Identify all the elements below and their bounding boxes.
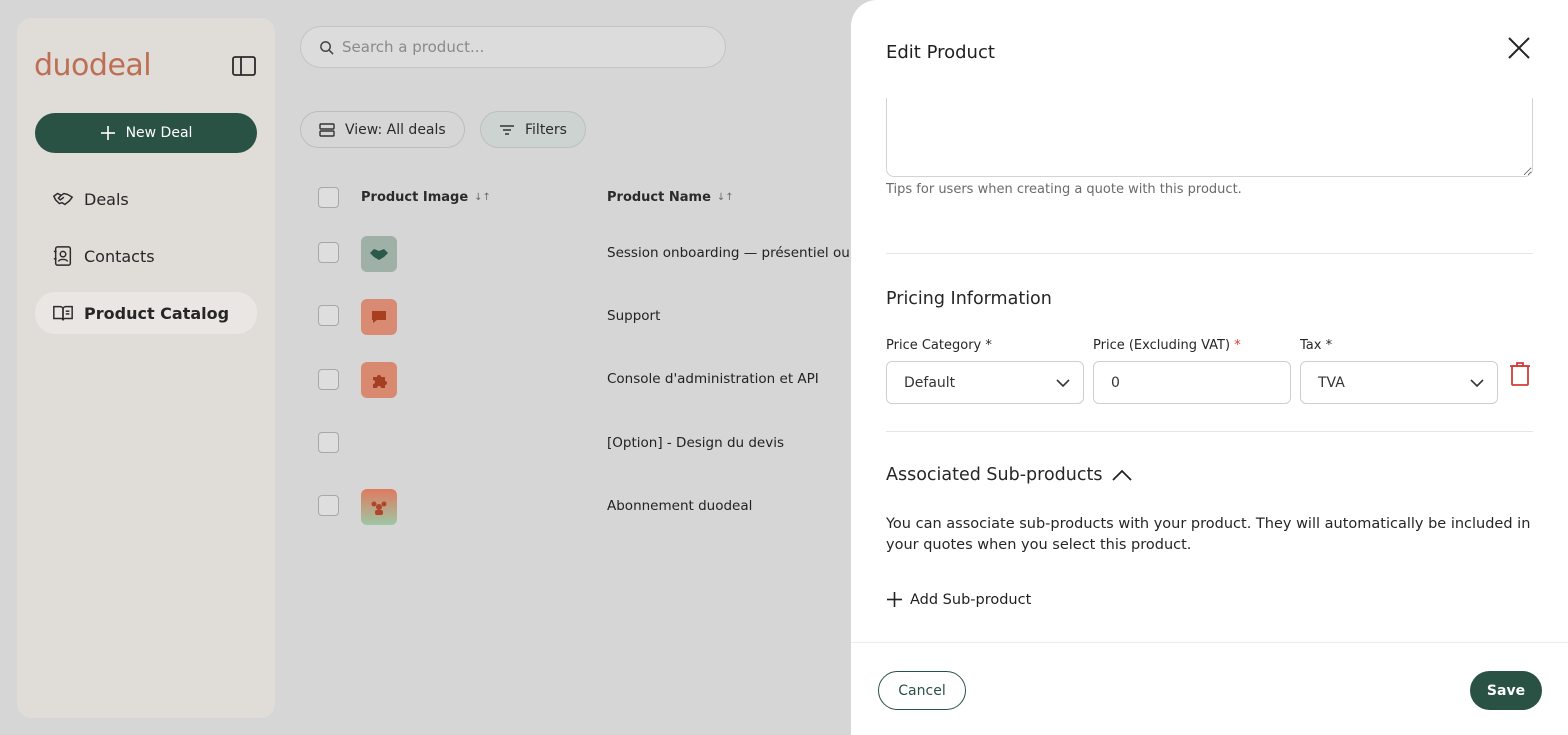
column-header-label: Product Image	[361, 190, 469, 205]
filters-label: Filters	[525, 121, 567, 138]
chat-icon	[372, 311, 386, 323]
price-category-label: Price Category *	[886, 338, 992, 353]
chevron-down-icon	[1470, 379, 1484, 388]
sidebar-item-product-catalog[interactable]: Product Catalog	[35, 292, 257, 334]
handshake-icon	[52, 192, 74, 206]
view-selector-button[interactable]: View: All deals	[300, 111, 465, 148]
trash-icon[interactable]	[1508, 361, 1532, 387]
subproducts-section-toggle[interactable]: Associated Sub-products	[886, 465, 1133, 485]
search-bar[interactable]	[300, 26, 726, 68]
sort-icon[interactable]: ↓↑	[474, 192, 491, 203]
new-deal-button[interactable]: New Deal	[35, 113, 257, 153]
price-label: Price (Excluding VAT) *	[1093, 338, 1241, 353]
subproducts-description: You can associate sub-products with your…	[886, 516, 1531, 553]
book-open-icon	[53, 305, 73, 321]
chevron-down-icon	[1056, 379, 1070, 388]
sidebar-item-contacts[interactable]: Contacts	[35, 235, 257, 277]
search-icon	[320, 40, 334, 55]
add-subproduct-label: Add Sub-product	[910, 591, 1032, 608]
row-checkbox[interactable]	[318, 495, 339, 516]
pricing-section-title: Pricing Information	[886, 289, 1052, 309]
layers-icon	[319, 122, 335, 137]
sort-icon[interactable]: ↓↑	[717, 192, 734, 203]
save-button[interactable]: Save	[1470, 671, 1542, 710]
column-header-label: Product Name	[607, 190, 711, 205]
cancel-button[interactable]: Cancel	[878, 671, 966, 710]
select-all-checkbox[interactable]	[318, 187, 339, 208]
filters-button[interactable]: Filters	[480, 111, 586, 148]
drawer-footer: Cancel Save	[851, 642, 1568, 735]
sidebar: duodeal New Deal Deals Contacts Product …	[17, 18, 275, 718]
search-input[interactable]	[342, 38, 702, 56]
column-header-product-name[interactable]: Product Name ↓↑	[607, 190, 734, 205]
price-category-value: Default	[904, 374, 956, 391]
product-name: Console d'administration et API	[607, 371, 819, 387]
product-name: [Option] - Design du devis	[607, 435, 785, 451]
product-thumbnail	[361, 236, 397, 272]
row-checkbox[interactable]	[318, 432, 339, 453]
price-category-select[interactable]: Default	[886, 361, 1084, 404]
tax-select[interactable]: TVA	[1300, 361, 1498, 404]
product-notes-textarea[interactable]	[886, 98, 1533, 177]
add-subproduct-button[interactable]: Add Sub-product	[886, 591, 1031, 608]
tax-label: Tax *	[1300, 338, 1333, 353]
row-checkbox[interactable]	[318, 242, 339, 263]
plus-icon	[100, 126, 115, 140]
tax-value: TVA	[1318, 374, 1345, 391]
sidebar-toggle-icon[interactable]	[232, 55, 256, 77]
sidebar-item-deals[interactable]: Deals	[35, 178, 257, 220]
logo: duodeal	[34, 48, 152, 83]
filter-icon	[500, 124, 514, 135]
contact-card-icon	[53, 246, 72, 266]
edit-product-drawer: Edit Product Tips for users when creatin…	[851, 0, 1568, 735]
puzzle-icon	[373, 375, 387, 388]
divider	[886, 253, 1533, 254]
sidebar-item-label: Product Catalog	[84, 303, 230, 323]
sidebar-item-label: Contacts	[84, 246, 155, 266]
notes-hint: Tips for users when creating a quote wit…	[886, 182, 1242, 197]
team-icon	[371, 501, 387, 515]
row-checkbox[interactable]	[318, 369, 339, 390]
product-name: Session onboarding — présentiel ou v	[607, 245, 851, 261]
product-thumbnail	[361, 489, 397, 525]
product-thumbnail	[361, 299, 397, 335]
drawer-title: Edit Product	[886, 42, 995, 63]
view-label: View: All deals	[345, 121, 446, 138]
plus-icon	[887, 592, 902, 607]
chevron-up-icon	[1112, 469, 1133, 481]
price-input[interactable]	[1093, 361, 1291, 404]
new-deal-label: New Deal	[125, 125, 193, 141]
row-checkbox[interactable]	[318, 305, 339, 326]
product-name: Support	[607, 308, 661, 324]
sidebar-item-label: Deals	[84, 189, 129, 209]
handshake-icon	[370, 249, 388, 260]
product-name: Abonnement duodeal	[607, 498, 753, 514]
product-thumbnail	[361, 362, 397, 398]
column-header-product-image[interactable]: Product Image ↓↑	[361, 190, 491, 205]
divider	[886, 431, 1533, 432]
subproducts-section-title: Associated Sub-products	[886, 465, 1103, 485]
close-icon[interactable]	[1506, 35, 1532, 61]
